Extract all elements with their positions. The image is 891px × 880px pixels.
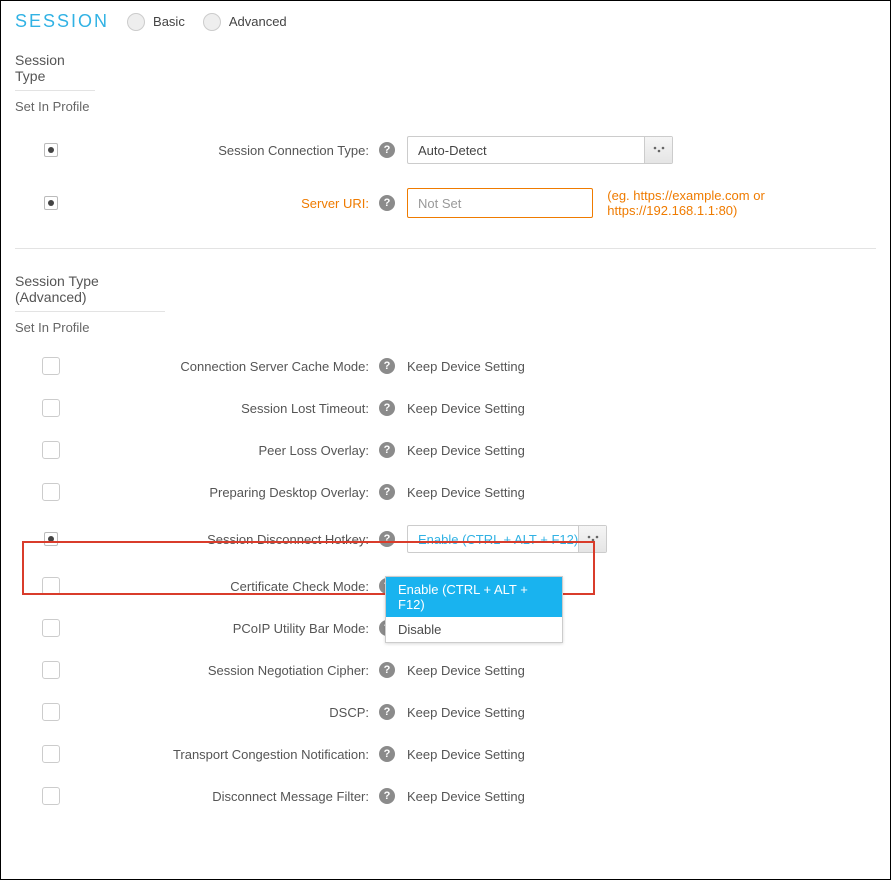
row-connection-type: Session Connection Type: ? Auto-Detect [15,124,876,176]
help-icon[interactable]: ? [379,662,395,678]
divider [15,248,876,249]
field-label: Session Negotiation Cipher: [87,663,379,678]
adv-row: Preparing Desktop Overlay:? Keep Device S… [15,471,876,513]
tab-advanced-label: Advanced [229,14,287,29]
field-label: Preparing Desktop Overlay: [87,485,379,500]
help-icon[interactable]: ? [379,358,395,374]
page-header: SESSION Basic Advanced [1,1,890,38]
help-icon[interactable]: ? [379,400,395,416]
field-value: Keep Device Setting [407,359,525,374]
field-value: Keep Device Setting [407,789,525,804]
field-label: Session Disconnect Hotkey: [87,532,379,547]
row-server-uri: Server URI: ? Not Set (eg. https://examp… [15,176,876,230]
profile-checkbox[interactable] [42,483,60,501]
field-label: Disconnect Message Filter: [87,789,379,804]
profile-checkbox[interactable] [42,577,60,595]
field-value: Keep Device Setting [407,485,525,500]
section-subtitle: Set In Profile [15,320,876,335]
adv-row: Session Disconnect Hotkey:? Enable (CTRL … [15,513,876,565]
tab-basic-label: Basic [153,14,185,29]
profile-checkbox[interactable] [42,661,60,679]
profile-checkbox[interactable] [42,787,60,805]
profile-checkbox[interactable] [42,703,60,721]
field-label: PCoIP Utility Bar Mode: [87,621,379,636]
dropdown-option[interactable]: Disable [386,617,562,642]
select-value: Enable (CTRL + ALT + F12) [418,532,578,547]
tab-basic[interactable]: Basic [127,13,185,31]
section-session-type: Session Type Set In Profile Session Conn… [1,38,890,238]
adv-row: Session Negotiation Cipher:? Keep Device … [15,649,876,691]
field-label: Session Connection Type: [87,143,379,158]
hotkey-select[interactable]: Enable (CTRL + ALT + F12) [407,525,607,553]
adv-row: DSCP:? Keep Device Setting [15,691,876,733]
section-title: Session Type [15,46,95,91]
field-label: DSCP: [87,705,379,720]
field-value: Keep Device Setting [407,663,525,678]
help-icon[interactable]: ? [379,746,395,762]
field-label: Peer Loss Overlay: [87,443,379,458]
profile-checkbox[interactable] [42,357,60,375]
connection-type-select[interactable]: Auto-Detect [407,136,673,164]
field-value: Keep Device Setting [407,705,525,720]
help-icon[interactable]: ? [379,788,395,804]
help-icon[interactable]: ? [379,195,395,211]
help-icon[interactable]: ? [379,531,395,547]
help-icon[interactable]: ? [379,442,395,458]
profile-toggle[interactable] [44,532,58,546]
page-title: SESSION [15,11,109,32]
field-value: Keep Device Setting [407,401,525,416]
field-label: Server URI: [87,196,379,211]
input-placeholder: Not Set [418,196,461,211]
profile-toggle[interactable] [44,143,58,157]
adv-row: Session Lost Timeout:? Keep Device Settin… [15,387,876,429]
hotkey-dropdown[interactable]: Enable (CTRL + ALT + F12)Disable [385,576,563,643]
radio-icon [127,13,145,31]
server-uri-hint: (eg. https://example.com or https://192.… [607,188,876,218]
chevron-down-icon [644,137,672,163]
help-icon[interactable]: ? [379,704,395,720]
tab-advanced[interactable]: Advanced [203,13,287,31]
profile-checkbox[interactable] [42,745,60,763]
help-icon[interactable]: ? [379,142,395,158]
profile-toggle[interactable] [44,196,58,210]
field-value: Keep Device Setting [407,443,525,458]
adv-row: Peer Loss Overlay:? Keep Device Setting [15,429,876,471]
field-value: Keep Device Setting [407,747,525,762]
field-label: Session Lost Timeout: [87,401,379,416]
adv-row: Connection Server Cache Mode:? Keep Devic… [15,345,876,387]
field-label: Transport Congestion Notification: [87,747,379,762]
profile-checkbox[interactable] [42,441,60,459]
field-label: Certificate Check Mode: [87,579,379,594]
help-icon[interactable]: ? [379,484,395,500]
section-subtitle: Set In Profile [15,99,876,114]
dropdown-option[interactable]: Enable (CTRL + ALT + F12) [386,577,562,617]
adv-row: Disconnect Message Filter:? Keep Device S… [15,775,876,817]
radio-icon [203,13,221,31]
adv-row: Transport Congestion Notification:? Keep … [15,733,876,775]
section-title: Session Type (Advanced) [15,267,165,312]
select-value: Auto-Detect [418,143,487,158]
profile-checkbox[interactable] [42,619,60,637]
section-session-type-advanced: Session Type (Advanced) Set In Profile C… [1,259,890,825]
field-label: Connection Server Cache Mode: [87,359,379,374]
chevron-down-icon [578,526,606,552]
profile-checkbox[interactable] [42,399,60,417]
server-uri-input[interactable]: Not Set [407,188,593,218]
